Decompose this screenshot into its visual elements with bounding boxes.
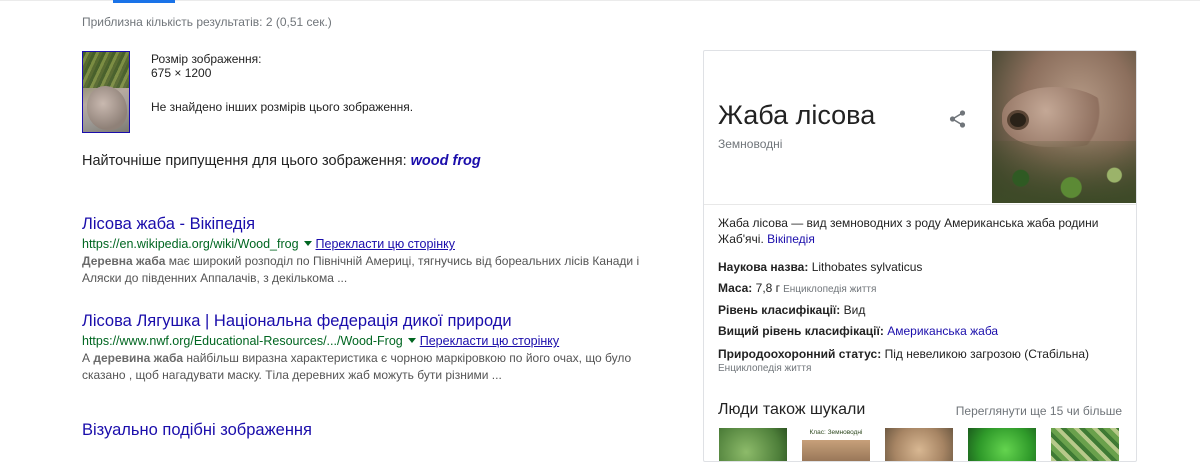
people-also-search-heading: Люди також шукали (718, 401, 866, 418)
result-stats: Приблизна кількість результатів: 2 (0,51… (82, 15, 332, 29)
fact-value: Вид (843, 303, 866, 317)
related-entity-thumb[interactable] (1051, 428, 1119, 461)
higher-rank-link[interactable]: Американська жаба (887, 324, 998, 338)
fact-label: Маса: (718, 281, 753, 295)
translate-page-link[interactable]: Перекласти цю сторінку (420, 334, 559, 348)
kp-subtitle: Земноводні (718, 137, 783, 151)
result-snippet: А деревина жаба найбільш виразна характе… (82, 350, 672, 384)
conservation-source: Енциклопедія життя (718, 363, 812, 374)
url-dropdown-icon[interactable] (303, 241, 312, 246)
kp-fact-mass: Маса: 7,8 г Енциклопедія життя (718, 280, 1128, 298)
related-entity-thumb[interactable] (885, 428, 953, 461)
result-url: https://en.wikipedia.org/wiki/Wood_frog (82, 237, 299, 251)
kp-divider (704, 204, 1136, 205)
related-entity-thumb[interactable] (968, 428, 1036, 461)
search-result: Лісова Лягушка | Національна федерація д… (82, 311, 672, 384)
translate-page-link[interactable]: Перекласти цю сторінку (316, 237, 455, 251)
kp-main-photo[interactable] (992, 51, 1136, 203)
fact-value: Під невеликою загрозою (Стабільна) (884, 347, 1090, 361)
result-title-link[interactable]: Лісова Лягушка | Національна федерація д… (82, 311, 672, 331)
snippet-prefix: А (82, 351, 94, 365)
fact-label: Вищий рівень класифікації: (718, 324, 884, 338)
image-size-label: Розмір зображення: (151, 52, 262, 66)
wikipedia-link[interactable]: Вікіпедія (767, 232, 815, 246)
related-entity-thumb[interactable] (719, 428, 787, 461)
image-size-value: 675 × 1200 (151, 66, 212, 80)
kp-description: Жаба лісова — вид земноводних з роду Аме… (718, 215, 1123, 247)
top-divider (0, 0, 1200, 1)
fact-value: Lithobates sylvaticus (811, 260, 923, 274)
fact-value: 7,8 г (755, 281, 781, 295)
result-snippet: Деревна жаба має широкий розподіл по Пів… (82, 253, 672, 287)
best-guess: Найточніше припущення для цього зображен… (82, 153, 481, 169)
snippet-highlight: Деревна жаба (82, 254, 166, 268)
snippet-text: має широкий розподіл по Північній Америц… (82, 254, 640, 285)
fact-label: Природоохоронний статус: (718, 347, 882, 361)
result-url: https://www.nwf.org/Educational-Resource… (82, 334, 403, 348)
best-guess-label: Найточніше припущення для цього зображен… (82, 153, 407, 169)
kp-fact-rank: Рівень класифікації: Вид (718, 302, 1128, 318)
knowledge-panel: Жаба лісова Земноводні Жаба лісова — вид… (703, 50, 1137, 462)
result-url-line: https://en.wikipedia.org/wiki/Wood_frog П… (82, 236, 672, 252)
kp-fact-higher-rank: Вищий рівень класифікації: Американська … (718, 323, 1128, 339)
related-entity-thumb[interactable]: Клас: Земноводні (802, 428, 870, 461)
similar-images-link[interactable]: Візуально подібні зображення (82, 421, 312, 440)
search-result: Лісова жаба - Вікіпедія https://en.wikip… (82, 214, 672, 287)
query-image-thumbnail[interactable] (82, 51, 130, 133)
no-other-sizes-text: Не знайдено інших розмірів цього зображе… (151, 100, 414, 114)
result-url-line: https://www.nwf.org/Educational-Resource… (82, 333, 672, 349)
fact-source: Енциклопедія життя (783, 284, 877, 295)
fact-label: Рівень класифікації: (718, 303, 841, 317)
result-title-link[interactable]: Лісова жаба - Вікіпедія (82, 214, 672, 234)
kp-fact-scientific-name: Наукова назва: Lithobates sylvaticus (718, 259, 1128, 275)
best-guess-link[interactable]: wood frog (411, 153, 481, 169)
view-more-link[interactable]: Переглянути ще 15 чи більше (956, 404, 1122, 418)
active-tab-indicator (113, 0, 175, 3)
snippet-highlight: деревина жаба (93, 351, 184, 365)
kp-fact-conservation-status: Природоохоронний статус: Під невеликою з… (718, 346, 1128, 362)
related-entity-thumb-label: Клас: Земноводні (809, 429, 863, 436)
fact-label: Наукова назва: (718, 260, 809, 274)
share-icon[interactable] (947, 108, 969, 130)
image-size-info: Розмір зображення: 675 × 1200 (151, 52, 262, 80)
url-dropdown-icon[interactable] (407, 338, 416, 343)
kp-title: Жаба лісова (718, 100, 876, 130)
